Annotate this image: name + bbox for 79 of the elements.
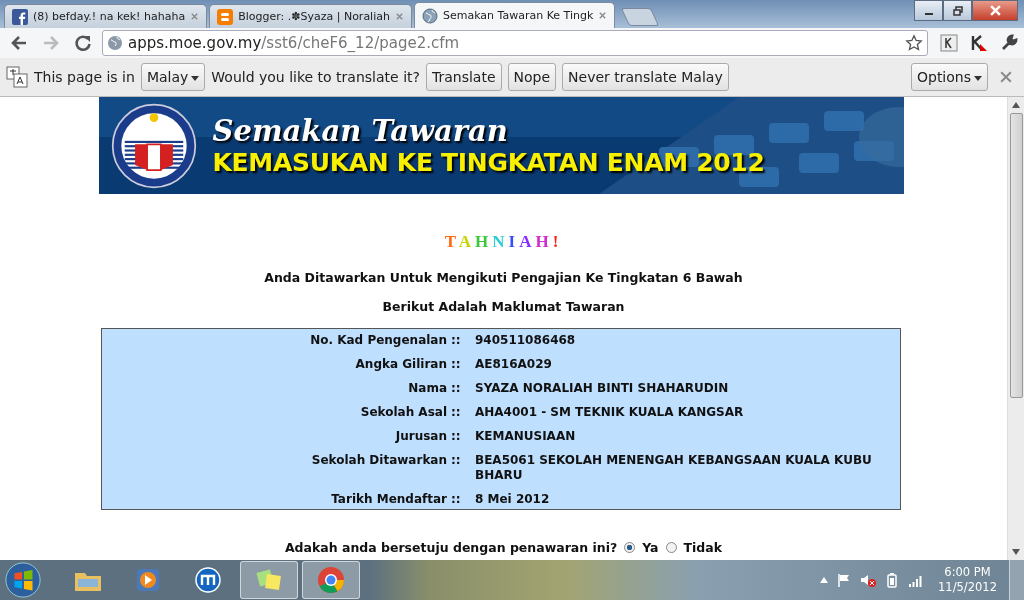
field-value: SYAZA NORALIAH BINTI SHAHARUDIN xyxy=(475,381,730,396)
f-logo-icon xyxy=(12,8,28,25)
address-field[interactable]: apps.moe.gov.my/sst6/cheF6_12/page2.cfm xyxy=(102,30,928,56)
star-icon[interactable] xyxy=(905,34,923,52)
banner-subtitle: KEMASUKAN KE TINGKATAN ENAM 2012 xyxy=(212,148,765,177)
taskbar-button[interactable] xyxy=(302,561,360,599)
options-dropdown[interactable]: Options xyxy=(910,63,988,91)
translate-bar-button[interactable]: Never translate Malay xyxy=(562,63,729,91)
reload-icon[interactable] xyxy=(73,33,93,53)
chrome-logo-icon xyxy=(316,565,346,595)
k-extension-icon[interactable] xyxy=(940,34,958,52)
separator: :: xyxy=(451,492,462,507)
translate-bar-button[interactable]: Translate xyxy=(425,63,502,91)
close-icon[interactable] xyxy=(394,12,404,21)
separator: :: xyxy=(451,333,462,348)
m-logo-icon xyxy=(193,565,223,595)
field-value: KEMANUSIAAN xyxy=(475,429,577,444)
radio-label[interactable]: Ya xyxy=(642,540,659,555)
offer-heading: Anda Ditawarkan Untuk Mengikuti Pengajian Ke Tingkatan 6 Bawah xyxy=(264,270,743,285)
separator: :: xyxy=(451,453,462,469)
translate-prompt: This page is in xyxy=(34,69,135,85)
caret-icon xyxy=(974,75,982,81)
show-desktop-button[interactable] xyxy=(1009,560,1024,600)
translate-bar-button[interactable]: Nope xyxy=(507,63,557,91)
start-button[interactable] xyxy=(4,561,42,599)
radio-button[interactable] xyxy=(624,542,636,553)
field-label: Tarikh Mendaftar xyxy=(330,492,447,507)
separator: :: xyxy=(451,405,462,420)
field-value: 8 Mei 2012 xyxy=(475,492,551,507)
muted-speaker-icon[interactable] xyxy=(860,572,877,588)
translate-icon xyxy=(6,66,28,88)
globe-icon xyxy=(107,35,123,51)
field-label: Jurusan xyxy=(394,429,447,444)
minimize-button[interactable] xyxy=(914,0,943,21)
scrollbar-thumb[interactable] xyxy=(1009,113,1023,398)
b-logo-icon xyxy=(217,8,234,25)
caret-icon xyxy=(191,75,200,81)
minimize-icon xyxy=(924,12,933,15)
field-value: 940511086468 xyxy=(475,333,577,348)
radio-label[interactable]: Tidak xyxy=(683,540,723,555)
scroll-up-icon[interactable] xyxy=(1012,102,1020,108)
separator: :: xyxy=(451,381,462,396)
close-button[interactable] xyxy=(972,0,1018,21)
separator: :: xyxy=(451,357,462,372)
emblem-icon xyxy=(110,102,197,189)
wrench-icon[interactable] xyxy=(1000,34,1018,52)
field-label: No. Kad Pengenalan xyxy=(309,333,447,348)
new-tab-button[interactable] xyxy=(621,8,660,26)
scroll-down-icon[interactable] xyxy=(1012,549,1020,555)
language-dropdown[interactable]: Malay xyxy=(140,63,206,91)
browser-tab[interactable]: (8) befday.! na kek! hahaha xyxy=(4,4,208,28)
greeting: TA H N I A H! xyxy=(444,232,563,252)
field-label: Angka Giliran xyxy=(354,357,447,372)
browser-tab[interactable]: Semakan Tawaran Ke Tingk xyxy=(413,2,616,28)
banner-title: Semakan Tawaran xyxy=(212,114,509,148)
show-hidden-icons-icon[interactable] xyxy=(820,577,829,583)
field-value: BEA5061 SEKOLAH MENENGAH KEBANGSAAN KUALA KUBU BHARU xyxy=(475,453,873,483)
clock-time[interactable]: 6:00 PM xyxy=(944,565,991,580)
close-icon[interactable] xyxy=(598,11,608,20)
separator: :: xyxy=(451,429,462,444)
scrollbar[interactable] xyxy=(1007,97,1024,560)
restore-icon xyxy=(952,5,963,16)
field-label: Sekolah Ditawarkan xyxy=(310,453,447,469)
globe-icon xyxy=(421,7,438,24)
browser-tab[interactable]: Blogger: .✽Syaza | Noraliah xyxy=(209,4,412,28)
close-icon[interactable] xyxy=(190,12,200,21)
close-icon[interactable] xyxy=(1000,71,1012,83)
field-label: Nama xyxy=(407,381,447,396)
field-value: AHA4001 - SM TEKNIK KUALA KANGSAR xyxy=(475,405,745,420)
translate-question: Would you like to translate it? xyxy=(211,69,420,85)
radio-button[interactable] xyxy=(665,542,677,553)
offer-subheading: Berikut Adalah Maklumat Tawaran xyxy=(382,299,625,314)
clock-date[interactable]: 11/5/2012 xyxy=(938,580,997,595)
restore-button[interactable] xyxy=(943,0,972,21)
k-extension-icon[interactable] xyxy=(970,34,988,52)
question-text: Adakah anda bersetuju dengan penawaran ini? xyxy=(284,540,618,555)
field-label: Sekolah Asal xyxy=(359,405,447,420)
close-icon xyxy=(989,5,1001,16)
field-value: AE816A029 xyxy=(475,357,553,372)
